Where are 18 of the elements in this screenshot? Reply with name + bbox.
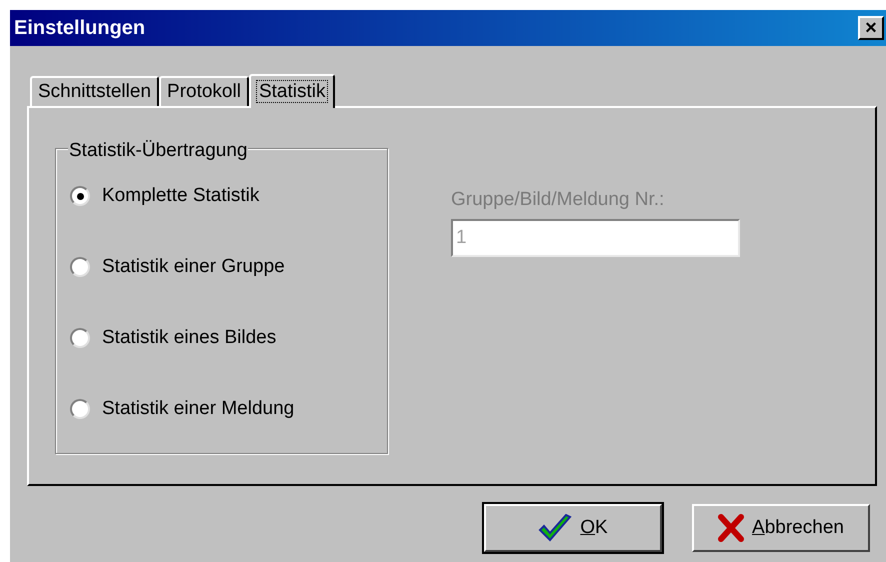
tab[interactable]: Protokoll <box>159 76 249 106</box>
radio-button[interactable] <box>70 328 90 348</box>
option-label: Statistik einer Meldung <box>102 396 294 421</box>
option-label: Statistik einer Gruppe <box>102 254 285 279</box>
close-button[interactable]: × <box>858 16 884 40</box>
option-label: Komplette Statistik <box>102 184 260 208</box>
option-label: Statistik eines Bildes <box>102 326 276 350</box>
radio-button[interactable] <box>70 257 90 277</box>
field-label: Gruppe/Bild/Meldung Nr.: <box>451 188 666 212</box>
cancel-button[interactable]: Abbrechen <box>692 504 870 552</box>
cross-icon <box>718 514 744 542</box>
radio-button[interactable] <box>70 186 90 206</box>
tab[interactable]: Statistik <box>248 74 336 108</box>
window-title: Einstellungen <box>14 16 146 41</box>
ok-button[interactable]: OK <box>484 504 662 552</box>
radio-button[interactable] <box>70 399 90 419</box>
tab[interactable]: Schnittstellen <box>30 76 160 106</box>
check-icon <box>538 514 572 542</box>
